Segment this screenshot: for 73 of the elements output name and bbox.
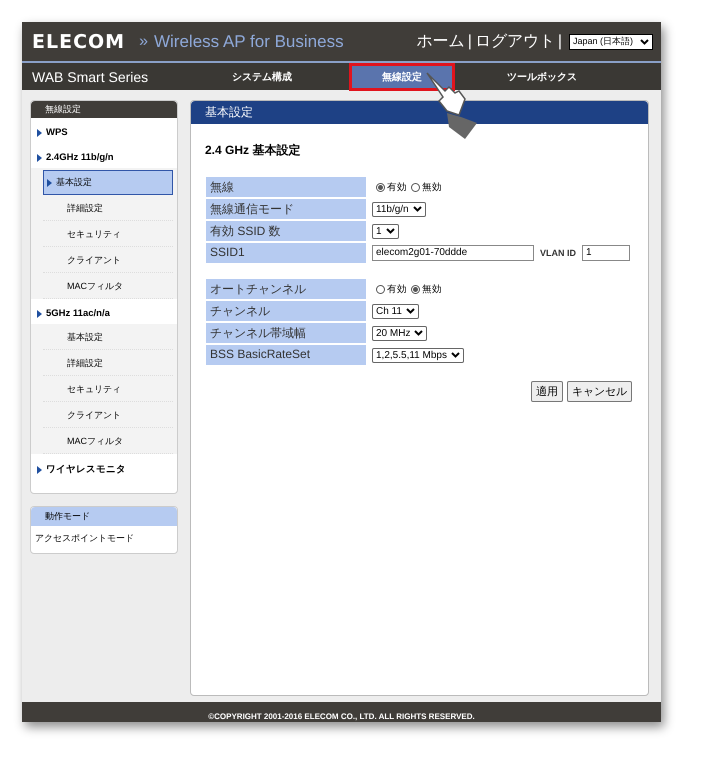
radio-button[interactable]: [376, 182, 385, 192]
nav-tab[interactable]: 無線設定: [352, 66, 452, 88]
setting-label: SSID1: [206, 243, 366, 263]
sidebar-item[interactable]: 基本設定: [43, 326, 173, 350]
sidebar-item[interactable]: セキュリティ: [43, 378, 173, 402]
radio-label: 有効: [387, 282, 407, 296]
group-label: 2.4GHz 11b/g/n: [46, 152, 114, 163]
dropdown[interactable]: 11b/g/n: [372, 202, 426, 216]
chevron-down-icon: [386, 228, 395, 234]
section-heading: 2.4 GHz 基本設定: [205, 142, 302, 159]
link-separator: |: [558, 32, 562, 50]
dropdown[interactable]: 1: [372, 224, 399, 238]
radio-button[interactable]: [376, 284, 385, 294]
nav-tab[interactable]: ツールボックス: [492, 66, 592, 88]
setting-label: チャンネル帯域幅: [206, 323, 366, 343]
setting-label: 無線通信モード: [206, 199, 366, 219]
radio-label: 無効: [422, 282, 442, 296]
group-label: 5GHz 11ac/n/a: [46, 308, 110, 319]
action-button[interactable]: 適用: [531, 381, 563, 402]
triangle-right-icon: [37, 310, 42, 318]
dropdown[interactable]: Ch 11: [372, 304, 419, 318]
sidebar-item[interactable]: クライアント: [43, 404, 173, 428]
field-label: VLAN ID: [540, 248, 576, 258]
header-link[interactable]: ログアウト: [474, 31, 555, 52]
sidebar-item[interactable]: MACフィルタ: [43, 275, 173, 299]
radio-label: 無効: [422, 180, 442, 194]
dropdown[interactable]: 1,2,5.5,11 Mbps: [372, 348, 464, 362]
dropdown[interactable]: 20 MHz: [372, 326, 428, 340]
chevron-down-icon: [412, 206, 422, 212]
triangle-right-icon: [37, 154, 42, 162]
action-button[interactable]: キャンセル: [567, 381, 632, 402]
sidebar-item[interactable]: セキュリティ: [43, 223, 173, 247]
triangle-right-icon: [47, 178, 52, 186]
sidebar-title: 無線設定: [31, 101, 177, 118]
setting-label: オートチャンネル: [206, 279, 366, 299]
setting-label: 無線: [206, 177, 366, 197]
mode-value: アクセスポイントモード: [34, 532, 135, 545]
sidebar-item[interactable]: クライアント: [43, 249, 173, 273]
panel-title: 基本設定: [191, 101, 648, 124]
group-label: ワイヤレスモニタ: [46, 463, 126, 476]
chevron-down-icon: [640, 38, 649, 44]
triangle-right-icon: [37, 466, 42, 474]
sidebar-item[interactable]: 詳細設定: [43, 197, 173, 221]
logo: ELECOM: [32, 30, 126, 52]
nav-tab[interactable]: システム構成: [212, 66, 312, 88]
radio-button[interactable]: [411, 182, 420, 192]
input-field[interactable]: elecom2g01-70ddde: [372, 245, 534, 261]
radio-label: 有効: [387, 180, 407, 194]
radio-button[interactable]: [411, 284, 420, 294]
setting-label: BSS BasicRateSet: [206, 345, 366, 365]
separator-glyph: »: [139, 32, 148, 50]
series-name: WAB Smart Series: [32, 68, 150, 84]
link-separator: |: [468, 32, 472, 50]
chevron-down-icon: [406, 308, 415, 314]
header-link[interactable]: ホーム: [416, 31, 465, 52]
chevron-down-icon: [414, 330, 424, 336]
product-title: Wireless AP for Business: [154, 32, 345, 52]
sidebar-item[interactable]: 基本設定: [43, 170, 173, 195]
triangle-right-icon: [37, 128, 42, 136]
chevron-down-icon: [450, 352, 460, 358]
sidebar-item[interactable]: MACフィルタ: [43, 430, 173, 454]
input-field[interactable]: 1: [582, 245, 630, 261]
sidebar-group[interactable]: 5GHz 11ac/n/a: [31, 303, 177, 324]
sidebar-group[interactable]: 2.4GHz 11b/g/n: [31, 147, 177, 168]
copyright-footer: ©COPYRIGHT 2001-2016 ELECOM CO., LTD. ALL RIGHTS RESERVED.: [22, 702, 661, 722]
sidebar-group[interactable]: ワイヤレスモニタ: [31, 458, 177, 481]
group-label: WPS: [46, 127, 68, 138]
mode-title: 動作モード: [31, 507, 177, 526]
language-select[interactable]: Japan (日本語): [569, 34, 653, 50]
setting-label: チャンネル: [206, 301, 366, 321]
sidebar-group[interactable]: WPS: [31, 122, 177, 143]
setting-label: 有効 SSID 数: [206, 221, 366, 241]
sidebar-item[interactable]: 詳細設定: [43, 352, 173, 376]
